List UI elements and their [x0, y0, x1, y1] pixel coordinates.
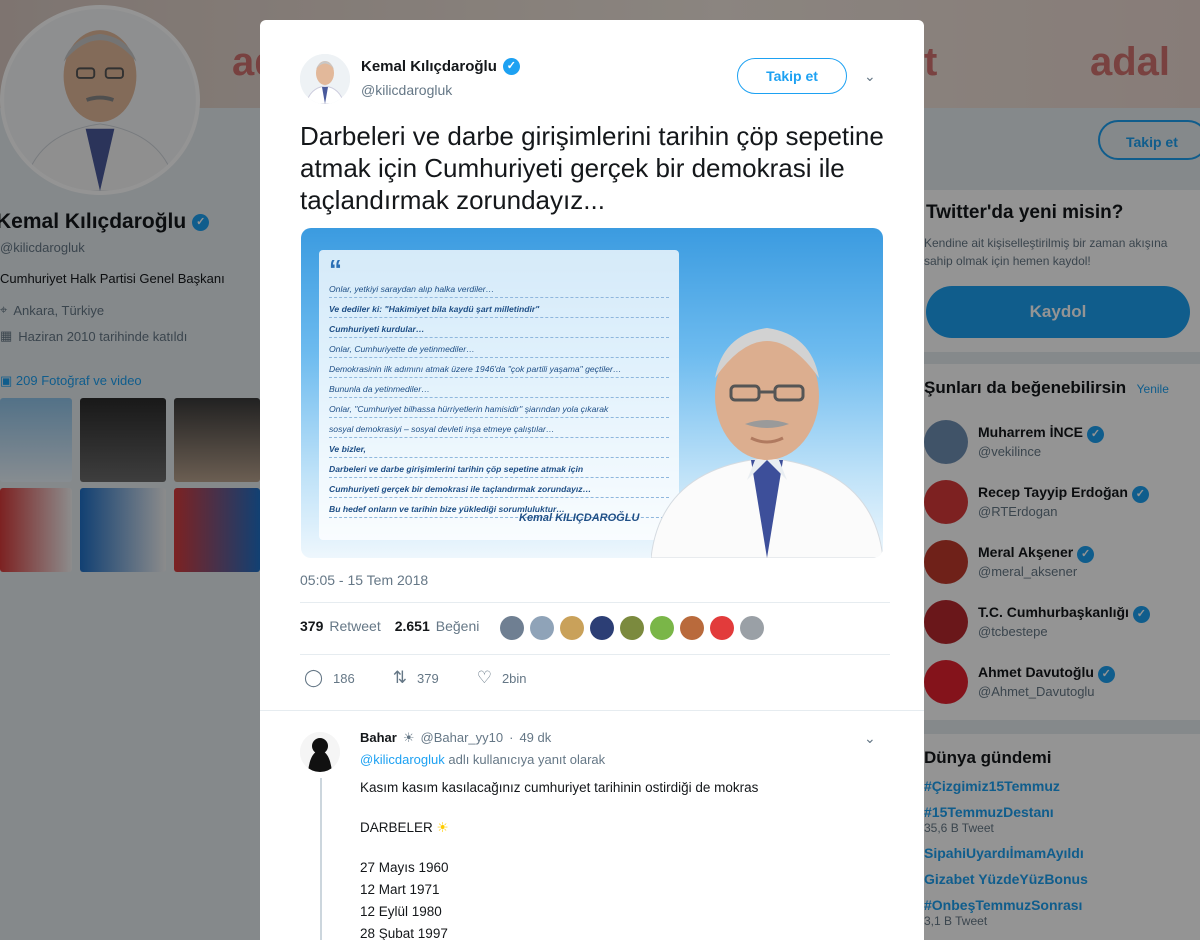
reply-button[interactable]: ◯ 186: [304, 668, 355, 688]
image-line: sosyal demokrasiyi – sosyal devleti inşa…: [329, 424, 669, 438]
avatar[interactable]: [620, 616, 644, 640]
image-line: Cumhuriyeti gerçek bir demokrasi ile taç…: [329, 484, 669, 498]
separator: ·: [509, 730, 514, 745]
tweet-modal: Kemal Kılıçdaroğlu ✓ @kilicdarogluk Taki…: [260, 20, 924, 940]
chevron-down-icon[interactable]: ⌄: [864, 68, 876, 85]
author-avatar[interactable]: [300, 54, 350, 104]
retweet-button[interactable]: ⇅ 379: [393, 668, 439, 688]
reply-handle[interactable]: @Bahar_yy10: [421, 730, 504, 746]
thread-line: [320, 778, 322, 940]
likers-list: [500, 616, 764, 640]
verified-icon: ✓: [502, 58, 520, 75]
reply-heading-text: DARBELER: [360, 820, 433, 835]
author-name-text: Kemal Kılıçdaroğlu: [361, 58, 497, 75]
follow-button[interactable]: Takip et: [737, 58, 847, 94]
image-line: Darbeleri ve darbe girişimlerini tarihin…: [329, 464, 669, 478]
tweet-image[interactable]: “ Onlar, yetkiyi saraydan alıp halka ver…: [301, 228, 883, 558]
replying-user[interactable]: @kilicdarogluk: [360, 752, 445, 767]
reply-time[interactable]: 49 dk: [519, 730, 551, 746]
tweet-text: Darbeleri ve darbe girişimlerini tarihin…: [300, 121, 884, 215]
like-button[interactable]: ♡ 2bin: [477, 668, 527, 688]
tweet-stats: 379 Retweet 2.651 Beğeni: [300, 618, 479, 634]
author-handle[interactable]: @kilicdarogluk: [361, 82, 452, 98]
retweet-label: Retweet: [329, 618, 381, 634]
image-line: Bununla da yetinmediler…: [329, 384, 669, 398]
image-line: Ve dediler ki: "Hakimiyet bila kaydü şar…: [329, 304, 669, 318]
divider: [300, 654, 890, 655]
reply-icon: ◯: [304, 668, 324, 687]
avatar[interactable]: [530, 616, 554, 640]
image-signature: Kemal KILIÇDAROĞLU: [519, 512, 640, 524]
tweet-actions: ◯ 186 ⇅ 379 ♡ 2bin: [304, 668, 527, 688]
reply-header: Bahar ☀ @Bahar_yy10 · 49 dk: [360, 730, 551, 746]
replying-suffix: adlı kullanıcıya yanıt olarak: [448, 752, 606, 767]
heart-icon: ♡: [476, 668, 492, 687]
reply-tweet[interactable]: Bahar ☀ @Bahar_yy10 · 49 dk ⌄ @kilicdaro…: [260, 720, 924, 940]
tweet-timestamp[interactable]: 05:05 - 15 Tem 2018: [300, 572, 428, 588]
like-action-count: 2bin: [501, 670, 527, 686]
reply-count: 186: [333, 670, 355, 686]
image-quote-box: “ Onlar, yetkiyi saraydan alıp halka ver…: [319, 250, 679, 540]
replying-to: @kilicdarogluk adlı kullanıcıya yanıt ol…: [360, 752, 605, 767]
sun-icon: ☀: [402, 730, 415, 745]
quote-icon: “: [329, 254, 342, 284]
retweet-action-count: 379: [416, 670, 439, 686]
image-line: Onlar, "Cumhuriyet bilhassa hürriyetleri…: [329, 404, 669, 418]
retweet-icon: ⇅: [392, 668, 407, 687]
avatar[interactable]: [740, 616, 764, 640]
like-label: Beğeni: [435, 618, 480, 634]
chevron-down-icon[interactable]: ⌄: [864, 730, 876, 747]
divider: [300, 602, 890, 603]
reply-avatar[interactable]: [300, 732, 340, 772]
image-line: Onlar, yetkiyi saraydan alıp halka verdi…: [329, 284, 669, 298]
avatar[interactable]: [650, 616, 674, 640]
like-count[interactable]: 2.651: [395, 618, 430, 634]
image-line: Demokrasinin ilk adımını atmak üzere 194…: [329, 364, 669, 378]
reply-date: 28 Şubat 1997: [360, 926, 448, 940]
reply-text-heading: DARBELER ☀: [360, 820, 449, 836]
image-line: Onlar, Cumhuriyette de yetinmediler…: [329, 344, 669, 358]
reply-author[interactable]: Bahar: [360, 730, 397, 746]
image-line: Ve bizler,: [329, 444, 669, 458]
image-line: Cumhuriyeti kurdular…: [329, 324, 669, 338]
reply-date: 12 Mart 1971: [360, 882, 440, 897]
reply-text: Kasım kasım kasılacağınız cumhuriyet tar…: [360, 780, 759, 795]
reply-date: 27 Mayıs 1960: [360, 860, 449, 875]
avatar[interactable]: [560, 616, 584, 640]
avatar[interactable]: [680, 616, 704, 640]
author-name[interactable]: Kemal Kılıçdaroğlu ✓: [361, 58, 520, 75]
avatar[interactable]: [500, 616, 524, 640]
avatar[interactable]: [710, 616, 734, 640]
sun-icon: ☀: [436, 820, 449, 835]
avatar[interactable]: [590, 616, 614, 640]
retweet-count[interactable]: 379: [300, 618, 323, 634]
divider: [260, 710, 924, 711]
portrait-illustration: [651, 328, 883, 558]
reply-date: 12 Eylül 1980: [360, 904, 442, 919]
